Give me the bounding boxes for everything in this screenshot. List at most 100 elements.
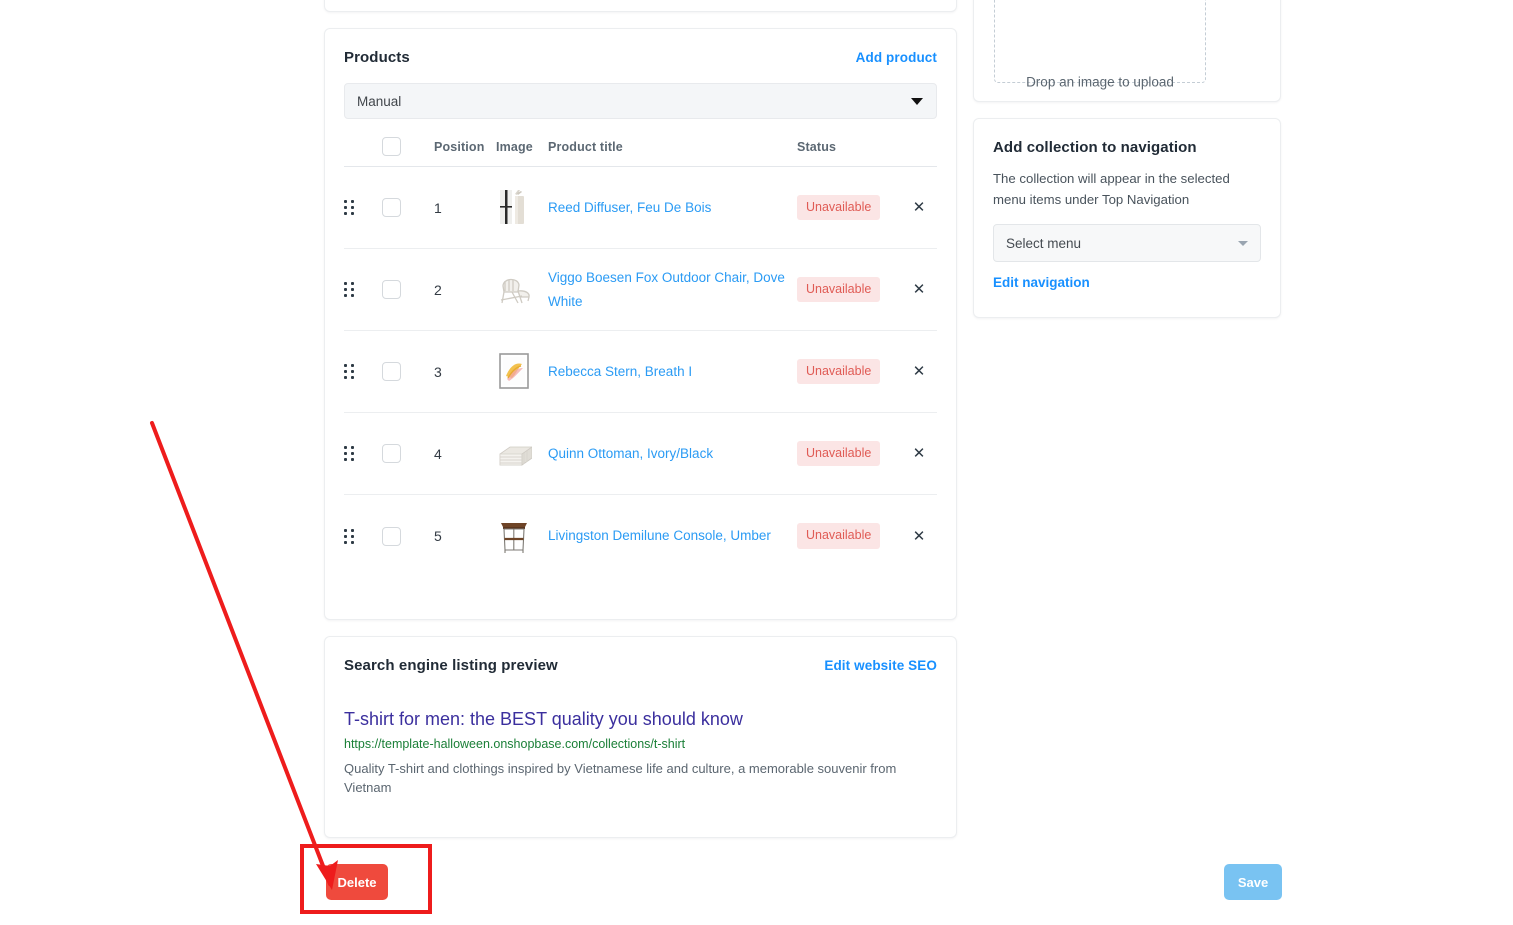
row-title-cell: Livingston Demilune Console, Umber bbox=[548, 524, 797, 548]
framed-art-thumbnail bbox=[496, 352, 532, 392]
row-status-cell: Unavailable bbox=[797, 523, 901, 549]
drag-handle-icon[interactable] bbox=[344, 200, 354, 215]
seo-result-url: https://template-halloween.onshopbase.co… bbox=[344, 737, 686, 751]
reed-diffuser-thumbnail bbox=[496, 188, 532, 228]
row-title-cell: Quinn Ottoman, Ivory/Black bbox=[548, 442, 797, 466]
row-position: 4 bbox=[434, 445, 442, 462]
products-title: Products bbox=[344, 49, 410, 66]
seo-result-description: Quality T-shirt and clothings inspired b… bbox=[344, 761, 897, 795]
row-position: 5 bbox=[434, 528, 442, 544]
remove-product-icon[interactable]: ✕ bbox=[913, 282, 926, 297]
products-card: Products Add product Manual Position Ima… bbox=[324, 28, 957, 620]
row-handle-cell bbox=[344, 200, 382, 215]
navigation-card-title: Add collection to navigation bbox=[993, 139, 1197, 156]
image-dropzone[interactable]: Drop an image to upload bbox=[994, 0, 1206, 90]
console-table-thumbnail bbox=[496, 516, 532, 556]
seo-preview-card: Search engine listing preview Edit websi… bbox=[324, 636, 957, 838]
row-status-cell: Unavailable bbox=[797, 358, 901, 385]
drag-handle-icon[interactable] bbox=[344, 528, 354, 544]
row-image-cell bbox=[496, 434, 548, 474]
select-menu-dropdown[interactable]: Select menu bbox=[993, 224, 1261, 262]
seo-title: Search engine listing preview bbox=[344, 657, 558, 674]
table-row: 5 Livingston Demilune Console, Umber Una… bbox=[344, 495, 937, 577]
header-status: Status bbox=[797, 139, 837, 154]
select-menu-value: Select menu bbox=[1006, 235, 1082, 251]
product-title-link[interactable]: Rebecca Stern, Breath I bbox=[548, 364, 692, 379]
seo-result-title[interactable]: T-shirt for men: the BEST quality you sh… bbox=[344, 707, 937, 731]
product-title-link[interactable]: Reed Diffuser, Feu De Bois bbox=[548, 200, 711, 215]
row-status-cell: Unavailable bbox=[797, 276, 901, 303]
ottoman-thumbnail bbox=[496, 434, 532, 474]
dropzone-label: Drop an image to upload bbox=[1026, 74, 1174, 90]
remove-product-icon[interactable]: ✕ bbox=[913, 529, 926, 544]
remove-product-icon[interactable]: ✕ bbox=[913, 446, 926, 461]
header-product-title: Product title bbox=[548, 139, 623, 154]
sort-order-value: Manual bbox=[357, 93, 402, 109]
product-title-link[interactable]: Livingston Demilune Console, Umber bbox=[548, 528, 771, 543]
table-row: 2 Viggo Boesen Fox Outdoor Chair, Dove W… bbox=[344, 249, 937, 331]
row-select-checkbox[interactable] bbox=[382, 362, 401, 381]
row-title-cell: Reed Diffuser, Feu De Bois bbox=[548, 196, 797, 220]
row-handle-cell bbox=[344, 364, 382, 379]
row-handle-cell bbox=[344, 446, 382, 461]
sort-order-select[interactable]: Manual bbox=[344, 83, 937, 119]
drag-handle-icon[interactable] bbox=[344, 282, 354, 297]
remove-product-icon[interactable]: ✕ bbox=[913, 200, 926, 215]
row-handle-cell bbox=[344, 528, 382, 544]
row-select-checkbox[interactable] bbox=[382, 280, 401, 299]
row-select-checkbox[interactable] bbox=[382, 526, 401, 546]
row-checkbox-cell bbox=[382, 526, 434, 546]
chevron-down-icon bbox=[1238, 241, 1248, 246]
row-image-cell bbox=[496, 516, 548, 556]
table-row: 4 Quinn Ottoman, Ivory/Black Unavailable… bbox=[344, 413, 937, 495]
delete-button[interactable]: Delete bbox=[326, 864, 388, 900]
table-row: 3 Rebecca Stern, Breath I Unavailable ✕ bbox=[344, 331, 937, 413]
row-handle-cell bbox=[344, 282, 382, 297]
image-upload-card: Drop an image to upload bbox=[973, 0, 1281, 102]
collection-edit-page: Products Add product Manual Position Ima… bbox=[0, 0, 1513, 925]
status-badge: Unavailable bbox=[797, 523, 881, 549]
products-table-header: Position Image Product title Status bbox=[344, 133, 937, 167]
status-badge: Unavailable bbox=[797, 440, 881, 467]
row-checkbox-cell bbox=[382, 444, 434, 463]
outdoor-chair-thumbnail bbox=[496, 270, 532, 310]
row-select-checkbox[interactable] bbox=[382, 444, 401, 463]
status-badge: Unavailable bbox=[797, 358, 881, 385]
row-checkbox-cell bbox=[382, 280, 434, 299]
row-image-cell bbox=[496, 270, 548, 310]
select-all-checkbox[interactable] bbox=[382, 137, 401, 156]
drag-handle-icon[interactable] bbox=[344, 446, 354, 461]
table-row: 1 Reed Diffuser, Feu De Bois Unavailable… bbox=[344, 167, 937, 249]
navigation-card-description: The collection will appear in the select… bbox=[993, 171, 1230, 207]
save-button[interactable]: Save bbox=[1224, 864, 1282, 900]
row-remove-cell: ✕ bbox=[901, 529, 937, 544]
row-status-cell: Unavailable bbox=[797, 194, 901, 221]
select-all-cell bbox=[382, 137, 434, 156]
products-card-header: Products Add product bbox=[344, 49, 937, 66]
edit-website-seo-link[interactable]: Edit website SEO bbox=[824, 658, 937, 673]
card-above-products bbox=[324, 0, 957, 12]
add-product-link[interactable]: Add product bbox=[856, 50, 937, 65]
row-checkbox-cell bbox=[382, 198, 434, 217]
row-remove-cell: ✕ bbox=[901, 364, 937, 379]
row-remove-cell: ✕ bbox=[901, 446, 937, 461]
row-remove-cell: ✕ bbox=[901, 282, 937, 297]
row-position: 2 bbox=[434, 281, 442, 298]
drag-handle-icon[interactable] bbox=[344, 364, 354, 379]
status-badge: Unavailable bbox=[797, 276, 881, 303]
edit-navigation-link[interactable]: Edit navigation bbox=[993, 275, 1261, 290]
row-position: 3 bbox=[434, 363, 442, 380]
row-title-cell: Viggo Boesen Fox Outdoor Chair, Dove Whi… bbox=[548, 266, 797, 314]
seo-card-header: Search engine listing preview Edit websi… bbox=[344, 657, 937, 674]
row-select-checkbox[interactable] bbox=[382, 198, 401, 217]
row-image-cell bbox=[496, 352, 548, 392]
remove-product-icon[interactable]: ✕ bbox=[913, 364, 926, 379]
annotation-arrow-line bbox=[150, 421, 332, 886]
product-title-link[interactable]: Viggo Boesen Fox Outdoor Chair, Dove Whi… bbox=[548, 270, 785, 309]
chevron-down-icon bbox=[911, 98, 923, 105]
header-position: Position bbox=[434, 139, 485, 154]
row-position: 1 bbox=[434, 199, 442, 216]
row-image-cell bbox=[496, 188, 548, 228]
product-title-link[interactable]: Quinn Ottoman, Ivory/Black bbox=[548, 446, 713, 461]
row-checkbox-cell bbox=[382, 362, 434, 381]
